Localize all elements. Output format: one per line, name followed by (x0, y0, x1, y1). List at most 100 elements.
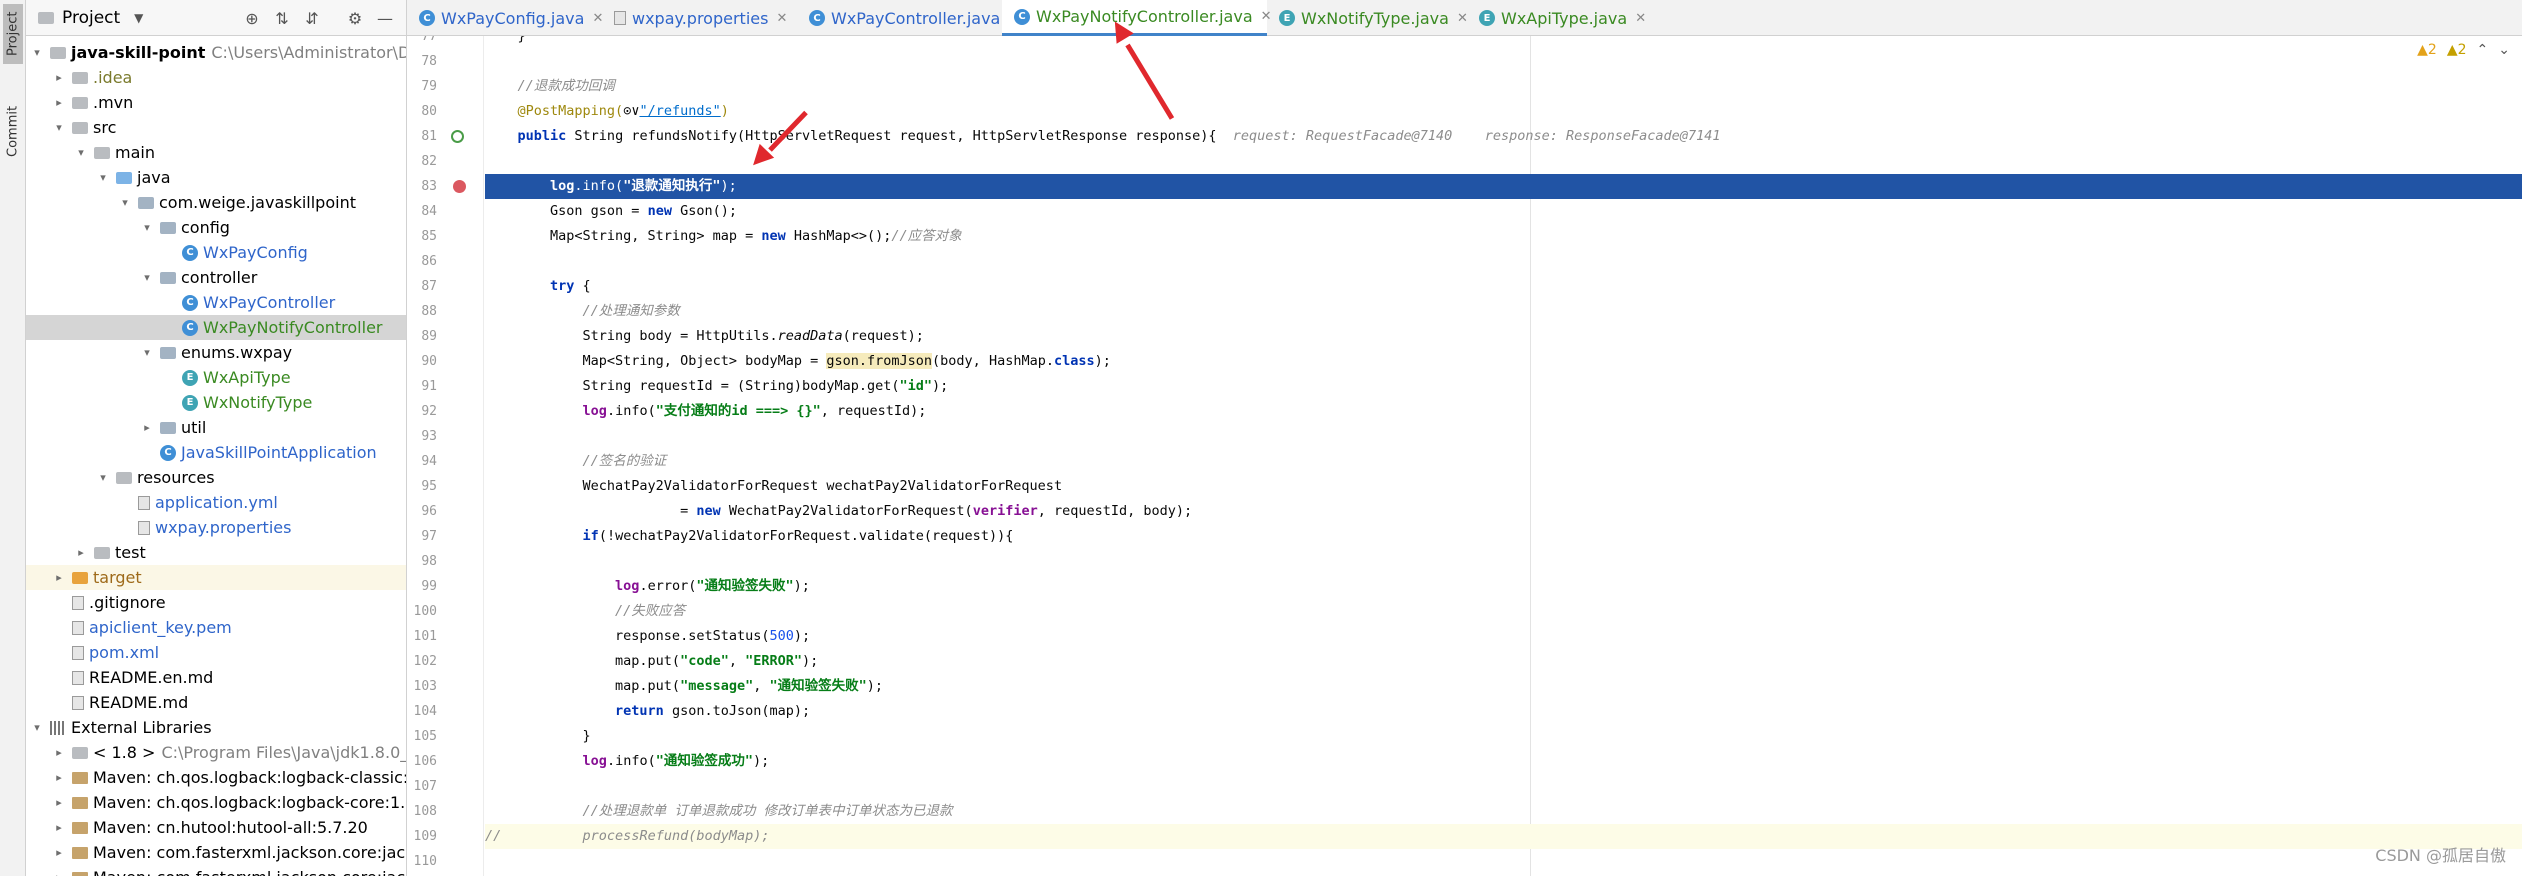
warning-count[interactable]: ▲2 (2417, 42, 2437, 58)
chevron-down-icon[interactable]: ▾ (96, 171, 110, 184)
expand-all-icon[interactable]: ⇅ (271, 7, 293, 29)
code-line[interactable]: log.info("支付通知的id ===> {}", requestId); (485, 399, 2522, 424)
collapse-all-icon[interactable]: ⇵ (301, 7, 323, 29)
project-panel-title[interactable]: Project (62, 8, 120, 28)
code-line[interactable]: // processRefund(bodyMap); (485, 824, 2522, 849)
chevron-right-icon[interactable]: ▸ (52, 871, 66, 876)
close-icon[interactable]: ✕ (1635, 11, 1646, 26)
code-line[interactable]: String requestId = (String)bodyMap.get("… (485, 374, 2522, 399)
chevron-down-icon[interactable]: ▾ (118, 196, 132, 209)
chevron-right-icon[interactable]: ▸ (52, 821, 66, 834)
editor-tab[interactable]: C WxPayNotifyController.java ✕ (1002, 0, 1272, 36)
code-line[interactable]: //处理退款单 订单退款成功 修改订单表中订单状态为已退款 (485, 799, 2522, 824)
code-line[interactable]: if(!wechatPay2ValidatorForRequest.valida… (485, 524, 2522, 549)
highlighted-code-line[interactable]: log.info("退款通知执行"); (485, 174, 2522, 199)
tree-node[interactable]: ▾ com.weige.javaskillpoint (26, 190, 406, 215)
project-tool-tab[interactable]: Project (3, 4, 23, 64)
code-line[interactable]: @PostMapping(⊙∨"/refunds") (485, 99, 2522, 124)
tree-node[interactable]: ▸ Maven: cn.hutool:hutool-all:5.7.20 (26, 815, 406, 840)
tree-node[interactable]: C WxPayConfig (26, 240, 406, 265)
code-line[interactable]: //处理通知参数 (485, 299, 2522, 324)
code-area[interactable]: } //退款成功回调 @PostMapping(⊙∨"/refunds") pu… (485, 36, 2522, 876)
code-line[interactable]: Map<String, Object> bodyMap = gson.fromJ… (485, 349, 2522, 374)
editor-tab[interactable]: C WxPayConfig.java ✕ (407, 0, 603, 36)
weak-warning-count[interactable]: ▲2 (2447, 42, 2467, 58)
code-line[interactable] (485, 149, 2522, 174)
tree-node[interactable]: application.yml (26, 490, 406, 515)
code-line[interactable]: log.info("通知验签成功"); (485, 749, 2522, 774)
tree-node[interactable]: ▸ test (26, 540, 406, 565)
tree-node[interactable]: ▾ main (26, 140, 406, 165)
tree-node[interactable]: .gitignore (26, 590, 406, 615)
tree-node[interactable]: ▸ target (26, 565, 406, 590)
tree-node[interactable]: C WxPayController (26, 290, 406, 315)
editor-tab[interactable]: wxpay.properties ✕ (602, 0, 797, 36)
tree-node[interactable]: ▸ Maven: com.fasterxml.jackson.core:jacks… (26, 865, 406, 876)
commit-tool-tab[interactable]: Commit (3, 96, 23, 166)
tree-node[interactable]: ▾ controller (26, 265, 406, 290)
code-line[interactable]: //退款成功回调 (485, 74, 2522, 99)
code-line[interactable]: //失败应答 (485, 599, 2522, 624)
tree-node[interactable]: README.md (26, 690, 406, 715)
code-line[interactable]: Gson gson = new Gson(); (485, 199, 2522, 224)
tree-node[interactable]: pom.xml (26, 640, 406, 665)
tree-node[interactable]: ▾ java-skill-point C:\Users\Administrator\… (26, 40, 406, 65)
chevron-right-icon[interactable]: ▸ (52, 571, 66, 584)
chevron-down-icon[interactable]: ▼ (134, 11, 143, 25)
chevron-up-icon[interactable]: ⌃ (2477, 42, 2489, 58)
editor-tab[interactable]: CWxPayController.java✕ (797, 0, 1019, 36)
chevron-right-icon[interactable]: ▸ (52, 796, 66, 809)
chevron-down-icon[interactable]: ▾ (52, 121, 66, 134)
chevron-right-icon[interactable]: ▸ (52, 96, 66, 109)
tree-node[interactable]: C WxPayNotifyController (26, 315, 406, 340)
tree-node[interactable]: ▸ < 1.8 > C:\Program Files\Java\jdk1.8.0_3… (26, 740, 406, 765)
editor-tab[interactable]: E WxApiType.java ✕ (1467, 0, 1652, 36)
tree-node[interactable]: ▸ .mvn (26, 90, 406, 115)
chevron-right-icon[interactable]: ▸ (52, 771, 66, 784)
chevron-right-icon[interactable]: ▸ (140, 421, 154, 434)
code-line[interactable]: //签名的验证 (485, 449, 2522, 474)
code-line[interactable] (485, 774, 2522, 799)
tree-node[interactable]: C JavaSkillPointApplication (26, 440, 406, 465)
tree-node[interactable]: README.en.md (26, 665, 406, 690)
chevron-down-icon[interactable]: ▾ (140, 271, 154, 284)
locate-icon[interactable]: ⊕ (241, 7, 263, 29)
chevron-down-icon[interactable]: ▾ (96, 471, 110, 484)
code-editor[interactable]: 77 78 79 80 81 82 83 84 85 86 87 88 89 90 91 92 93 94 95 96… (407, 36, 2522, 876)
code-line[interactable] (485, 549, 2522, 574)
chevron-down-icon[interactable]: ▾ (140, 346, 154, 359)
code-line[interactable] (485, 49, 2522, 74)
tree-node[interactable]: ▾ enums.wxpay (26, 340, 406, 365)
tree-node[interactable]: wxpay.properties (26, 515, 406, 540)
tree-node[interactable]: ▸ Maven: ch.qos.logback:logback-core:1.2.… (26, 790, 406, 815)
tree-node[interactable]: ▾ java (26, 165, 406, 190)
tree-node[interactable]: ▸ .idea (26, 65, 406, 90)
tree-node[interactable]: ▾ resources (26, 465, 406, 490)
chevron-down-icon[interactable]: ▾ (30, 46, 44, 59)
code-line[interactable]: response.setStatus(500); (485, 624, 2522, 649)
tree-node[interactable]: ▸ util (26, 415, 406, 440)
code-line[interactable]: map.put("code", "ERROR"); (485, 649, 2522, 674)
code-line[interactable]: String body = HttpUtils.readData(request… (485, 324, 2522, 349)
chevron-right-icon[interactable]: ▸ (52, 846, 66, 859)
chevron-right-icon[interactable]: ▸ (52, 71, 66, 84)
editor-tab[interactable]: E WxNotifyType.java ✕ (1267, 0, 1468, 36)
chevron-right-icon[interactable]: ▸ (52, 746, 66, 759)
code-line[interactable]: return gson.toJson(map); (485, 699, 2522, 724)
chevron-right-icon[interactable]: ▸ (74, 546, 88, 559)
gear-icon[interactable]: ⚙ (344, 7, 366, 29)
breakpoint-icon[interactable] (453, 180, 466, 193)
code-line[interactable]: } (485, 36, 2522, 49)
chevron-down-icon[interactable]: ▾ (140, 221, 154, 234)
code-line[interactable]: } (485, 724, 2522, 749)
tree-node[interactable]: E WxNotifyType (26, 390, 406, 415)
code-line[interactable]: = new WechatPay2ValidatorForRequest(veri… (485, 499, 2522, 524)
inspection-widget[interactable]: ▲2 ▲2 ⌃ ⌄ (2417, 42, 2510, 58)
code-line[interactable] (485, 424, 2522, 449)
chevron-down-icon[interactable]: ▾ (30, 721, 44, 734)
tree-node[interactable]: apiclient_key.pem (26, 615, 406, 640)
close-icon[interactable]: ✕ (776, 11, 787, 26)
code-line[interactable]: Map<String, String> map = new HashMap<>(… (485, 224, 2522, 249)
tree-node[interactable]: ▸ Maven: ch.qos.logback:logback-classic:1… (26, 765, 406, 790)
code-line[interactable] (485, 849, 2522, 874)
